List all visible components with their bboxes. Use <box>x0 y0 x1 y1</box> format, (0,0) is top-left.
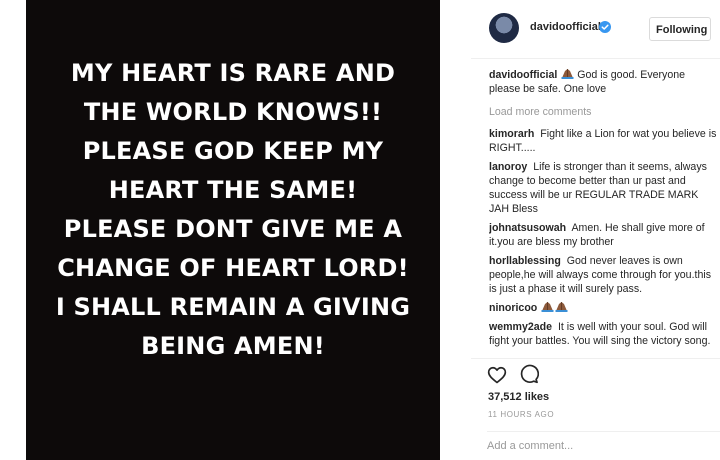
likes-count[interactable]: 37,512 likes <box>488 391 549 403</box>
comment-username-link[interactable]: johnatsusowah <box>489 222 566 234</box>
actions-divider <box>471 358 720 359</box>
header-username-link[interactable]: davidoofficial <box>530 21 601 33</box>
avatar[interactable] <box>489 13 519 43</box>
post-image-line: I SHALL REMAIN A GIVING <box>55 293 411 321</box>
post-image-line: CHANGE OF HEART LORD! <box>57 254 409 282</box>
post-image-line: HEART THE SAME! <box>108 176 358 204</box>
post-sidebar: davidoofficial Following davidoofficial … <box>471 0 720 460</box>
comment-item: johnatsusowah Amen. He shall give more o… <box>489 221 719 249</box>
comment-username-link[interactable]: kimorarh <box>489 128 534 140</box>
comment-username-link[interactable]: horllablessing <box>489 255 561 267</box>
comments-list[interactable]: davidoofficial God is good. Everyone ple… <box>489 68 719 356</box>
comment-username-link[interactable]: lanoroy <box>489 161 527 173</box>
post-image[interactable]: MY HEART IS RARE AND THE WORLD KNOWS!! P… <box>26 0 440 460</box>
praying-hands-icon <box>541 302 554 312</box>
comment-item: ninoricoo <box>489 301 719 315</box>
following-button[interactable]: Following <box>649 17 711 41</box>
post-image-line: PLEASE GOD KEEP MY <box>82 137 384 165</box>
praying-hands-icon <box>561 69 574 79</box>
comment-username-link[interactable]: ninoricoo <box>489 302 537 314</box>
caption-username-link[interactable]: davidoofficial <box>489 69 557 81</box>
post-image-text: MY HEART IS RARE AND THE WORLD KNOWS!! P… <box>26 54 440 366</box>
post-image-line: THE WORLD KNOWS!! <box>83 98 383 126</box>
post-image-line: MY HEART IS RARE AND <box>70 59 396 87</box>
load-more-comments-link[interactable]: Load more comments <box>489 105 719 119</box>
comment-bubble-icon[interactable] <box>519 364 539 384</box>
caption: davidoofficial God is good. Everyone ple… <box>489 68 719 96</box>
comment-item: lanoroy Life is stronger than it seems, … <box>489 160 719 216</box>
comment-input-divider <box>487 431 720 432</box>
comment-item: kimorarh Fight like a Lion for wat you b… <box>489 127 719 155</box>
verified-badge-icon <box>599 21 611 33</box>
post-image-line: BEING AMEN! <box>141 332 325 360</box>
post-header: davidoofficial Following <box>471 0 720 59</box>
comment-username-link[interactable]: wemmy2ade <box>489 321 552 333</box>
praying-hands-icon <box>555 302 568 312</box>
comment-item: wemmy2ade It is well with your soul. God… <box>489 320 719 348</box>
heart-icon[interactable] <box>487 365 507 385</box>
post-image-line: PLEASE DONT GIVE ME A <box>63 215 403 243</box>
post-timestamp: 11 HOURS AGO <box>488 410 555 419</box>
add-comment-input[interactable] <box>487 440 707 452</box>
comment-item: horllablessing God never leaves is own p… <box>489 254 719 296</box>
